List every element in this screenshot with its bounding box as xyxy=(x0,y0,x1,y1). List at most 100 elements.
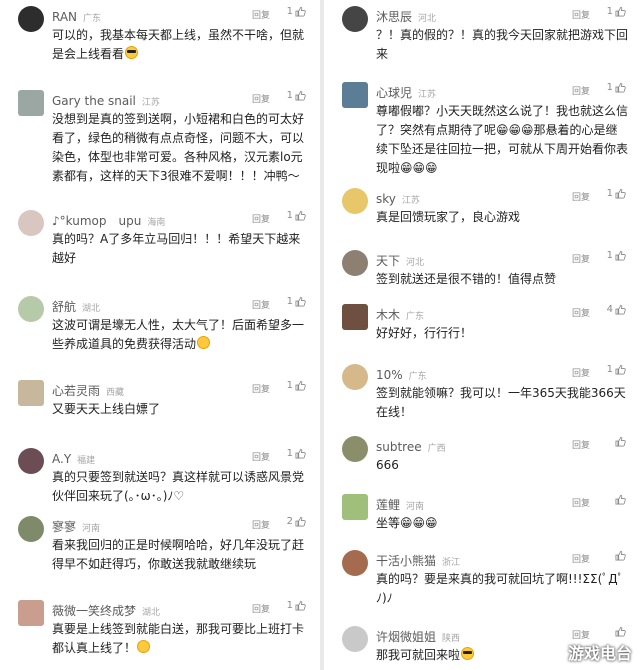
comment-header: ♪°kumop upu 海南 回复 1 xyxy=(52,210,310,228)
reply-button[interactable]: 回复 xyxy=(252,602,270,615)
comment-body: 真的吗？要是来真的我可就回坑了啊!!!ΣΣ(ﾟДﾟﾉ)ﾉ xyxy=(376,572,624,605)
avatar[interactable] xyxy=(18,90,44,116)
like-button[interactable]: 1 xyxy=(287,296,306,307)
reply-button[interactable]: 回复 xyxy=(252,298,270,311)
like-button[interactable] xyxy=(613,626,626,637)
avatar[interactable] xyxy=(342,494,368,520)
comment-body: 没想到是真的签到送啊，小短裙和白色的可太好看了，绿色的稍微有点点奇怪，问题不大，… xyxy=(52,112,305,183)
avatar[interactable] xyxy=(342,304,368,330)
like-button[interactable]: 1 xyxy=(287,600,306,611)
like-count: 1 xyxy=(606,188,613,199)
avatar[interactable] xyxy=(342,364,368,390)
username[interactable]: 10% xyxy=(376,368,403,382)
like-button[interactable]: 1 xyxy=(607,364,626,375)
like-button[interactable] xyxy=(613,436,626,447)
comment-body: 666 xyxy=(376,458,399,472)
like-button[interactable] xyxy=(613,494,626,505)
like-button[interactable]: 1 xyxy=(287,210,306,221)
username[interactable]: 天下 xyxy=(376,254,400,268)
like-button[interactable]: 1 xyxy=(287,448,306,459)
avatar[interactable] xyxy=(18,210,44,236)
avatar[interactable] xyxy=(18,516,44,542)
comment-header: 沐思辰 河北 回复 1 xyxy=(376,6,630,24)
reply-button[interactable]: 回复 xyxy=(572,8,590,21)
comment-text: 坐等😁😁😁 xyxy=(376,514,628,533)
reply-button[interactable]: 回复 xyxy=(252,212,270,225)
avatar[interactable] xyxy=(18,6,44,32)
username[interactable]: 舒航 xyxy=(52,300,76,314)
comment-text: 真的吗？要是来真的我可就回坑了啊!!!ΣΣ(ﾟДﾟﾉ)ﾉ xyxy=(376,570,628,608)
thumb-up-icon xyxy=(615,364,626,375)
username[interactable]: 薇微一笑终成梦 xyxy=(52,604,136,618)
avatar[interactable] xyxy=(342,82,368,108)
username[interactable]: 木木 xyxy=(376,308,400,322)
avatar[interactable] xyxy=(342,6,368,32)
like-button[interactable]: 1 xyxy=(607,250,626,261)
comment-header: 薇微一笑终成梦 湖北 回复 1 xyxy=(52,600,310,618)
thumb-up-icon xyxy=(295,380,306,391)
avatar[interactable] xyxy=(342,188,368,214)
like-button[interactable]: 4 xyxy=(607,304,626,315)
like-button[interactable]: 1 xyxy=(607,6,626,17)
reply-button[interactable]: 回复 xyxy=(572,552,590,565)
avatar[interactable] xyxy=(342,436,368,462)
avatar[interactable] xyxy=(18,380,44,406)
username[interactable]: A.Y xyxy=(52,452,71,466)
username[interactable]: 寥寥 xyxy=(52,520,76,534)
like-count: 1 xyxy=(606,364,613,375)
reply-button[interactable]: 回复 xyxy=(572,252,590,265)
avatar[interactable] xyxy=(342,550,368,576)
location-label: 河南 xyxy=(406,502,425,512)
reply-button[interactable]: 回复 xyxy=(252,382,270,395)
avatar[interactable] xyxy=(18,600,44,626)
reply-button[interactable]: 回复 xyxy=(572,84,590,97)
sunglasses-emoji-icon xyxy=(461,647,475,660)
reply-button[interactable]: 回复 xyxy=(572,306,590,319)
like-button[interactable]: 1 xyxy=(607,82,626,93)
avatar[interactable] xyxy=(342,250,368,276)
like-button[interactable]: 1 xyxy=(287,380,306,391)
comment-body: 那我可就回来啦 xyxy=(376,648,461,662)
location-label: 河北 xyxy=(418,14,437,24)
avatar[interactable] xyxy=(18,296,44,322)
username[interactable]: 心若灵雨 xyxy=(52,384,100,398)
username[interactable]: subtree xyxy=(376,440,422,454)
reply-button[interactable]: 回复 xyxy=(572,496,590,509)
like-count: 1 xyxy=(286,600,293,611)
username[interactable]: 干活小熊猫 xyxy=(376,554,436,568)
reply-button[interactable]: 回复 xyxy=(572,190,590,203)
username[interactable]: Gary the snail xyxy=(52,94,136,108)
left-comment-column: RAN 广东 回复 1 可以的，我基本每天都上线，虽然不干啥，但就是会上线看看 Gary … xyxy=(0,0,320,670)
comment-text: 可以的，我基本每天都上线，虽然不干啥，但就是会上线看看 xyxy=(52,26,308,64)
comment-body: 签到就能领嘛？我可以！一年365天我能366天在线！ xyxy=(376,386,626,419)
comment-body: 真的吗？A了多年立马回归！！！希望天下越来越好 xyxy=(52,232,301,265)
username[interactable]: 莲鲤 xyxy=(376,498,400,512)
comment-text: 这波可谓是壕无人性，太大气了！后面希望多一些养成道具的免费获得活动 xyxy=(52,316,308,354)
comment-body: 真的只要签到就送吗？真这样就可以诱惑风景党伙伴回来玩了(｡･ω･｡)ﾉ♡ xyxy=(52,470,305,503)
username[interactable]: 许烟微姐姐 xyxy=(376,630,436,644)
reply-button[interactable]: 回复 xyxy=(252,8,270,21)
like-button[interactable]: 1 xyxy=(607,188,626,199)
right-comment-column: 沐思辰 河北 回复 1 ？！真的假的？！真的我今天回家就把游戏下回来 心球児 江苏 回复 1 尊嘟… xyxy=(324,0,640,670)
comment-text: 真要是上线签到就能白送，那我可要比上班打卡都认真上线了！ xyxy=(52,620,308,658)
reply-button[interactable]: 回复 xyxy=(252,92,270,105)
like-button[interactable] xyxy=(613,550,626,561)
avatar[interactable] xyxy=(18,448,44,474)
like-button[interactable]: 1 xyxy=(287,6,306,17)
reply-button[interactable]: 回复 xyxy=(572,438,590,451)
comment-body: 真要是上线签到就能白送，那我可要比上班打卡都认真上线了！ xyxy=(52,622,305,655)
reply-button[interactable]: 回复 xyxy=(252,518,270,531)
username[interactable]: 沐思辰 xyxy=(376,10,412,24)
username[interactable]: RAN xyxy=(52,10,77,24)
comment-body: ？！真的假的？！真的我今天回家就把游戏下回来 xyxy=(376,28,629,61)
username[interactable]: sky xyxy=(376,192,396,206)
reply-button[interactable]: 回复 xyxy=(252,450,270,463)
like-button[interactable]: 1 xyxy=(287,90,306,101)
reply-button[interactable]: 回复 xyxy=(572,366,590,379)
like-button[interactable]: 2 xyxy=(287,516,306,527)
grin-emoji-icon xyxy=(197,336,211,349)
username[interactable]: 心球児 xyxy=(376,86,412,100)
sunglasses-emoji-icon xyxy=(125,46,139,59)
avatar[interactable] xyxy=(342,626,368,652)
username[interactable]: ♪°kumop upu xyxy=(52,214,141,228)
